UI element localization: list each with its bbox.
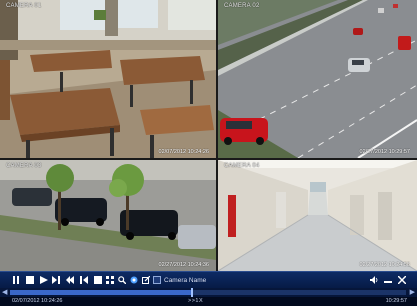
camera-04-view[interactable]: CAMERA 04 02/27/2012 10:24:58 (218, 160, 417, 271)
camera-04-image (218, 160, 417, 271)
camera-04-label: CAMERA 04 (224, 163, 260, 169)
camera-01-image (0, 0, 216, 158)
status-bar: 02/07/2012 10:24:26 >>1X 10:29:57 (0, 297, 417, 306)
close-icon[interactable] (398, 276, 406, 284)
camera-select-icon[interactable] (153, 276, 161, 284)
camera-01-label: CAMERA 01 (6, 3, 42, 9)
timeline-playhead[interactable] (191, 288, 193, 297)
camera-02-view[interactable]: CAMERA 02 02/27/2012 10:29:57 (218, 0, 417, 158)
volume-icon[interactable] (370, 276, 378, 284)
playback-end-time: 10:29:57 (385, 298, 407, 304)
playback-speed: >>1X (188, 298, 204, 304)
step-forward-icon[interactable] (52, 276, 60, 284)
camera-03-timestamp: 02/27/2012 10:24:36 (158, 262, 209, 268)
playback-start-time: 02/07/2012 10:24:26 (12, 298, 63, 304)
quad-view-icon[interactable] (106, 276, 114, 284)
camera-grid: CAMERA 01 02/07/2012 10:24:26 CAMERA 02 (0, 0, 417, 271)
minimize-icon[interactable] (384, 276, 392, 284)
single-view-icon[interactable] (94, 276, 102, 284)
camera-name-select[interactable]: Camera Name (164, 276, 214, 285)
camera-02-timestamp: 02/27/2012 10:29:57 (359, 149, 410, 155)
step-backward-icon[interactable] (80, 276, 88, 284)
rewind-icon[interactable] (66, 276, 74, 284)
camera-03-view[interactable]: CAMERA 03 02/27/2012 10:24:36 (0, 160, 216, 271)
camera-01-timestamp: 02/07/2012 10:24:26 (158, 149, 209, 155)
zoom-icon[interactable] (118, 276, 126, 284)
pause-icon[interactable] (12, 276, 20, 284)
playback-toolbar: Camera Name (0, 271, 417, 289)
timeline-right-arrow-icon[interactable]: ▶ (410, 289, 415, 296)
playback-timeline[interactable]: ◀ ▶ (0, 288, 417, 297)
camera-04-timestamp: 02/27/2012 10:24:58 (359, 262, 410, 268)
stop-icon[interactable] (26, 276, 34, 284)
camera-03-label: CAMERA 03 (6, 163, 42, 169)
play-icon[interactable] (40, 276, 48, 284)
camera-03-image (0, 160, 216, 271)
timeline-progress (10, 290, 192, 295)
export-icon[interactable] (142, 276, 150, 284)
snapshot-icon[interactable] (130, 276, 138, 284)
camera-01-view[interactable]: CAMERA 01 02/07/2012 10:24:26 (0, 0, 216, 158)
timeline-left-arrow-icon[interactable]: ◀ (2, 289, 7, 296)
camera-02-image (218, 0, 417, 158)
camera-02-label: CAMERA 02 (224, 3, 260, 9)
